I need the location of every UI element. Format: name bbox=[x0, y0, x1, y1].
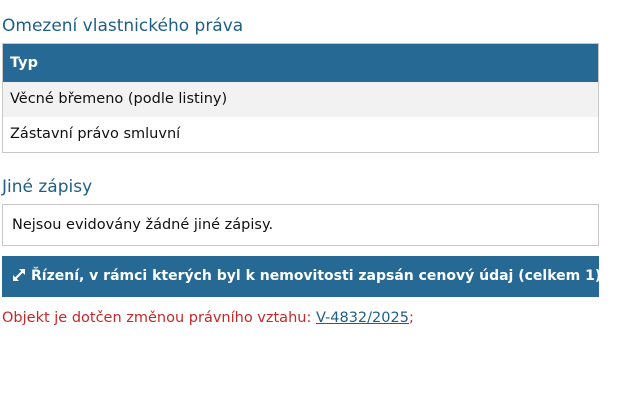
page: Omezení vlastnického práva Typ Věcné bře… bbox=[0, 0, 622, 410]
restrictions-heading: Omezení vlastnického práva bbox=[2, 16, 244, 36]
other-records-message: Nejsou evidovány žádné jiné zápisy. bbox=[2, 204, 599, 246]
table-row: Zástavní právo smluvní bbox=[3, 117, 598, 152]
notice-suffix: ; bbox=[408, 310, 414, 326]
restrictions-table: Typ Věcné břemeno (podle listiny) Zástav… bbox=[2, 43, 599, 153]
expand-arrows-icon bbox=[12, 258, 26, 281]
proceedings-label: Řízení, v rámci kterých byl k nemovitost… bbox=[31, 268, 602, 284]
proceedings-toggle-button[interactable]: Řízení, v rámci kterých byl k nemovitost… bbox=[2, 256, 602, 297]
table-header-type: Typ bbox=[3, 44, 598, 82]
legal-change-notice: Objekt je dotčen změnou právního vztahu:… bbox=[2, 310, 414, 326]
table-row: Věcné břemeno (podle listiny) bbox=[3, 82, 598, 117]
proceeding-link[interactable]: V-4832/2025 bbox=[316, 310, 409, 326]
notice-text: Objekt je dotčen změnou právního vztahu: bbox=[2, 310, 316, 326]
other-records-heading: Jiné zápisy bbox=[2, 177, 93, 197]
